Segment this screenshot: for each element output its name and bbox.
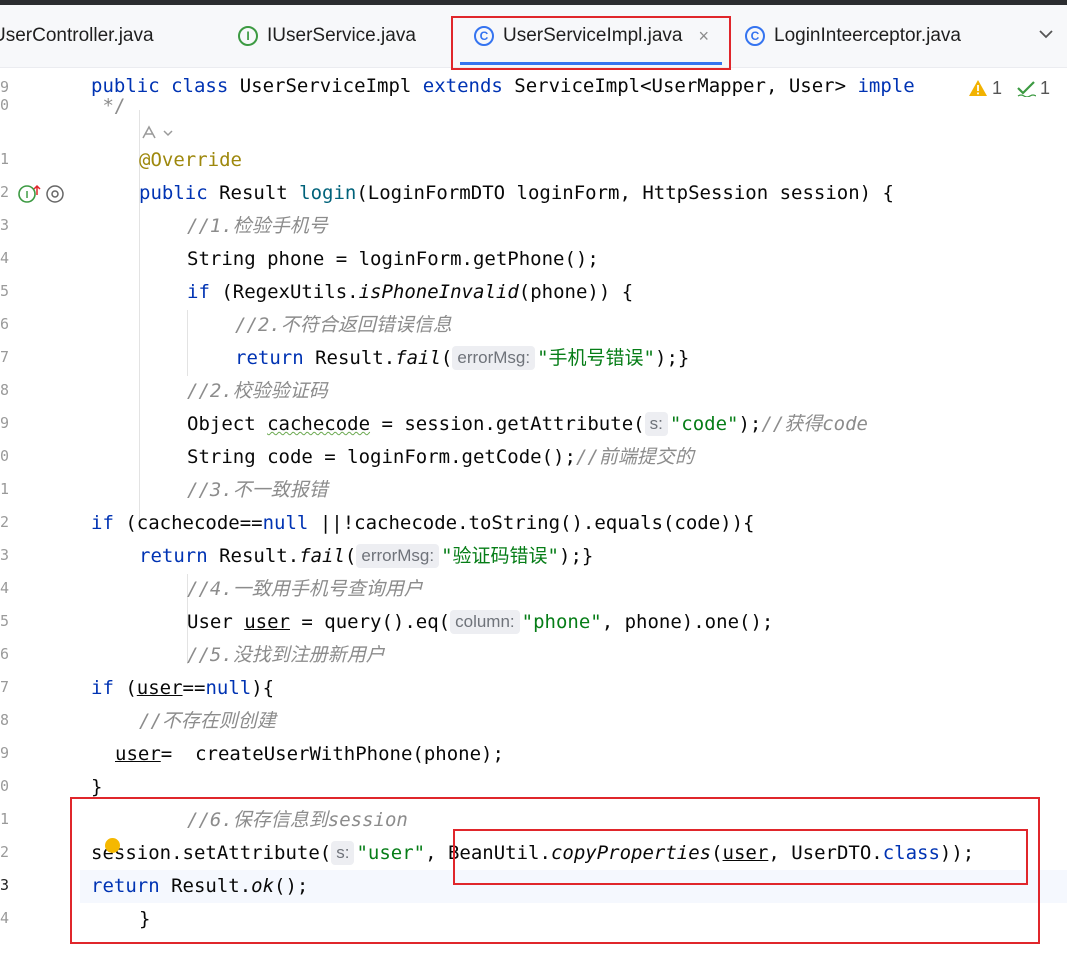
code-line-class-decl[interactable]: public class UserServiceImpl extends Ser… <box>91 70 915 103</box>
tab-label: UserController.java <box>0 25 154 46</box>
line-number: 3 <box>0 876 10 894</box>
highlight-box-active-tab <box>451 16 731 70</box>
param-hint: column: <box>450 610 520 634</box>
line-number: 0 <box>0 447 10 465</box>
implements-method-icon[interactable]: I <box>18 183 42 205</box>
line-number: 9 <box>0 414 10 432</box>
tab-iuserservice[interactable]: I IUserService.java <box>238 5 416 67</box>
ai-assist-icon[interactable] <box>140 124 176 142</box>
code-comment[interactable]: //不存在则创建 <box>139 705 276 738</box>
line-number: 2 <box>0 843 10 861</box>
line-number: 1 <box>0 150 10 168</box>
tab-usercontroller[interactable]: UserController.java <box>0 5 154 67</box>
code-line-if-cache-mismatch[interactable]: if (cachecode==null ||!cachecode.toStrin… <box>91 507 755 540</box>
code-line-cachecode[interactable]: Object cachecode = session.getAttribute(… <box>187 408 868 441</box>
check-icon <box>1017 81 1037 97</box>
code-line-login-signature[interactable]: public Result login(LoginFormDTO loginFo… <box>139 177 894 210</box>
inspection-widget[interactable]: 1 1 <box>962 72 1067 104</box>
line-number: 5 <box>0 282 10 300</box>
code-line-annotation[interactable]: @Override <box>139 144 242 177</box>
highlight-box-copy-properties <box>453 829 1028 885</box>
line-number: 4 <box>0 249 10 267</box>
code-line-phone[interactable]: String phone = loginForm.getPhone(); <box>187 243 599 276</box>
param-hint: s: <box>644 412 668 436</box>
line-number: 1 <box>0 480 10 498</box>
line-number: 9 <box>0 744 10 762</box>
code-comment[interactable]: //1.检验手机号 <box>187 210 328 243</box>
warning-count: 1 <box>992 77 1003 98</box>
line-number: 5 <box>0 612 10 630</box>
line-number: 0 <box>0 96 10 114</box>
line-number: 1 <box>0 810 10 828</box>
line-number: 3 <box>0 546 10 564</box>
code-comment[interactable]: //2.不符合返回错误信息 <box>235 309 452 342</box>
tab-logininteerceptor[interactable]: C LoginInteerceptor.java <box>745 5 961 67</box>
code-line-query-user[interactable]: User user = query().eq(column: "phone", p… <box>187 606 773 639</box>
code-comment[interactable]: //4.一致用手机号查询用户 <box>187 573 423 606</box>
code-line-doc-end[interactable]: */ <box>91 90 125 123</box>
interface-icon: I <box>238 26 258 46</box>
code-comment[interactable]: //5.没找到注册新用户 <box>187 639 385 672</box>
code-line-return-fail-phone[interactable]: return Result.fail(errorMsg: "手机号错误");} <box>235 342 689 375</box>
line-number: 2 <box>0 183 10 201</box>
line-number: 4 <box>0 579 10 597</box>
line-number: 0 <box>0 777 10 795</box>
chevron-down-icon[interactable] <box>1035 23 1057 45</box>
tab-label: IUserService.java <box>267 25 416 46</box>
code-line-create-user[interactable]: user= createUserWithPhone(phone); <box>115 738 504 771</box>
code-line-code[interactable]: String code = loginForm.getCode();//前端提交… <box>187 441 694 474</box>
code-line-return-fail-code[interactable]: return Result.fail(errorMsg: "验证码错误");} <box>139 540 593 573</box>
param-hint: errorMsg: <box>356 544 440 568</box>
tab-label: LoginInteerceptor.java <box>774 25 961 46</box>
line-number: 6 <box>0 645 10 663</box>
ok-count: 1 <box>1040 77 1051 98</box>
line-number: 4 <box>0 909 10 927</box>
line-number: 8 <box>0 381 10 399</box>
line-number: 6 <box>0 315 10 333</box>
class-icon: C <box>745 26 765 46</box>
code-comment[interactable]: //2.校验验证码 <box>187 375 328 408</box>
warning-icon <box>969 80 987 96</box>
line-number: 7 <box>0 348 10 366</box>
param-hint: errorMsg: <box>452 346 536 370</box>
indent-guide <box>187 310 188 376</box>
line-number: 3 <box>0 216 10 234</box>
code-line-if-user-null[interactable]: if (user==null){ <box>91 672 274 705</box>
code-line-if-phone-invalid[interactable]: if (RegexUtils.isPhoneInvalid(phone)) { <box>187 276 633 309</box>
svg-text:I: I <box>26 190 29 201</box>
line-number: 7 <box>0 678 10 696</box>
code-comment[interactable]: //3.不一致报错 <box>187 474 328 507</box>
line-number: 2 <box>0 513 10 531</box>
line-number: 9 <box>0 78 10 96</box>
annotation-icon[interactable] <box>44 183 66 205</box>
line-number: 8 <box>0 711 10 729</box>
